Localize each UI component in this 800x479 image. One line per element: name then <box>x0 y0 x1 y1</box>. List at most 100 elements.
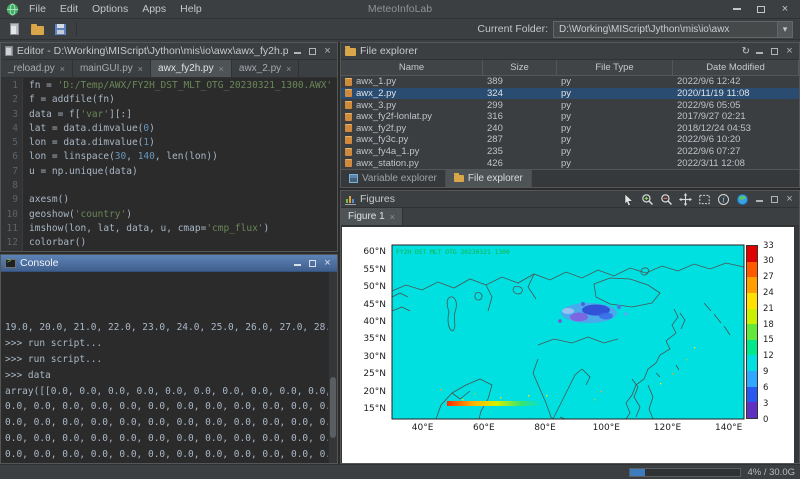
menu-help[interactable]: Help <box>173 2 209 16</box>
file-name: awx_1.py <box>356 76 396 87</box>
column-header-size[interactable]: Size <box>483 60 557 75</box>
console-scrollbar[interactable] <box>328 272 337 463</box>
menu-options[interactable]: Options <box>85 2 135 16</box>
menu-apps[interactable]: Apps <box>135 2 173 16</box>
file-row[interactable]: awx_station.py426py2022/3/11 12:08 <box>341 157 799 169</box>
file-row[interactable]: awx_2.py324py2020/11/19 11:08 <box>341 88 799 100</box>
right-column: File explorer ↻ × NameSizeFile TypeDate … <box>340 42 800 464</box>
close-panel-icon[interactable]: × <box>322 46 333 57</box>
editor-tab-awx_2.py[interactable]: awx_2.py× <box>232 60 300 77</box>
file-name: awx_fy2f.py <box>356 123 406 134</box>
console-output[interactable]: 19.0, 20.0, 21.0, 22.0, 23.0, 24.0, 25.0… <box>1 272 337 463</box>
line-number: 2 <box>1 93 18 107</box>
select-arrow-icon[interactable] <box>621 192 636 206</box>
file-size: 389 <box>483 76 557 87</box>
file-row[interactable]: awx_fy2f-lonlat.py316py2017/9/27 02:21 <box>341 111 799 123</box>
minimize-panel-icon[interactable] <box>292 46 303 57</box>
close-panel-icon[interactable]: × <box>784 46 795 57</box>
identify-icon[interactable]: i <box>716 192 731 206</box>
chevron-down-icon[interactable]: ▾ <box>777 22 792 37</box>
figures-tab-bar: Figure 1 × <box>341 208 799 226</box>
file-row[interactable]: awx_1.py389py2022/9/6 12:42 <box>341 76 799 88</box>
code-line[interactable]: colorbar() <box>29 236 337 250</box>
menu-edit[interactable]: Edit <box>53 2 85 16</box>
editor-tab-_reload.py[interactable]: _reload.py× <box>1 60 73 77</box>
save-button[interactable] <box>51 21 69 38</box>
code-line[interactable]: lon = linspace(30, 140, len(lon)) <box>29 150 337 164</box>
code-line[interactable] <box>29 179 337 193</box>
close-panel-icon[interactable]: × <box>784 194 795 205</box>
tab-close-icon[interactable]: × <box>390 212 395 222</box>
close-panel-icon[interactable]: × <box>322 258 333 269</box>
minimize-panel-icon[interactable] <box>754 46 765 57</box>
line-number: 9 <box>1 193 18 207</box>
code-line[interactable]: lon = data.dimvalue(1) <box>29 136 337 150</box>
code-line[interactable]: geoshow('country') <box>29 208 337 222</box>
file-row[interactable]: awx_3.py299py2022/9/6 05:05 <box>341 99 799 111</box>
python-file-icon <box>345 89 352 97</box>
minimize-window-button[interactable] <box>725 1 749 17</box>
code-line[interactable]: imshow(lon, lat, data, u, cmap='cmp_flux… <box>29 222 337 236</box>
code-lines[interactable]: fn = 'D:/Temp/AWX/FY2H_DST_MLT_OTG_20230… <box>23 78 337 251</box>
scrollbar-thumb[interactable] <box>330 377 336 438</box>
code-line[interactable]: data = f['var'][:] <box>29 108 337 122</box>
figures-title: Figures <box>360 193 395 205</box>
code-editor[interactable]: 123456789101112 fn = 'D:/Temp/AWX/FY2H_D… <box>1 78 337 251</box>
zoom-out-icon[interactable] <box>659 192 674 206</box>
tab-label: awx_fy2h.py <box>158 63 214 74</box>
file-name: awx_2.py <box>356 88 396 99</box>
float-panel-icon[interactable] <box>307 46 318 57</box>
map-background <box>392 245 744 419</box>
refresh-icon[interactable]: ↻ <box>742 46 750 57</box>
code-line[interactable]: fn = 'D:/Temp/AWX/FY2H_DST_MLT_OTG_20230… <box>29 79 337 93</box>
figure-canvas[interactable]: FY2H DST MLT OTG 20230321 1300 40°E60°E8… <box>342 227 794 463</box>
open-file-button[interactable] <box>28 21 46 38</box>
float-panel-icon[interactable] <box>307 258 318 269</box>
column-header-date-modified[interactable]: Date Modified <box>673 60 799 75</box>
file-name-cell: awx_3.py <box>341 100 483 111</box>
code-line[interactable]: f = addfile(fn) <box>29 93 337 107</box>
file-name: awx_station.py <box>356 158 419 169</box>
colorbar-tick-label: 30 <box>763 256 774 266</box>
tab-close-icon[interactable]: × <box>138 64 143 74</box>
file-row[interactable]: awx_fy4a_1.py235py2022/9/6 07:27 <box>341 146 799 158</box>
full-extent-icon[interactable] <box>697 192 712 206</box>
current-folder-combobox[interactable]: D:\Working\MIScript\Jython\mis\io\awx ▾ <box>553 21 793 38</box>
editor-tab-mainGUI.py[interactable]: mainGUI.py× <box>73 60 151 77</box>
explorer-bottom-tabs: Variable explorerFile explorer <box>341 169 799 187</box>
menu-file[interactable]: File <box>22 2 53 16</box>
code-line[interactable]: u = np.unique(data) <box>29 165 337 179</box>
editor-tab-awx_fy2h.py[interactable]: awx_fy2h.py × <box>151 60 232 77</box>
file-row[interactable]: awx_fy2f.py240py2018/12/24 04:53 <box>341 123 799 135</box>
new-script-button[interactable] <box>5 21 23 38</box>
console-line: >>> run script... <box>5 336 327 352</box>
float-panel-icon[interactable] <box>769 194 780 205</box>
tab-close-icon[interactable]: × <box>60 64 65 74</box>
zoom-in-icon[interactable] <box>640 192 655 206</box>
python-file-icon <box>345 78 352 86</box>
current-folder-value: D:\Working\MIScript\Jython\mis\io\awx <box>554 24 777 35</box>
maximize-window-button[interactable] <box>749 1 773 17</box>
figures-toolbar: i × <box>621 192 795 206</box>
close-window-button[interactable]: × <box>773 1 797 17</box>
figure-tab[interactable]: Figure 1 × <box>341 208 403 225</box>
minimize-panel-icon[interactable] <box>754 194 765 205</box>
file-date-modified: 2018/12/24 04:53 <box>673 123 799 134</box>
minimize-panel-icon[interactable] <box>292 258 303 269</box>
map-annotation: FY2H DST MLT OTG 20230321 1300 <box>396 249 510 256</box>
svg-text:i: i <box>722 195 725 204</box>
tab-close-icon[interactable]: × <box>286 64 291 74</box>
code-line[interactable]: lat = data.dimvalue(0) <box>29 122 337 136</box>
tab-close-icon[interactable]: × <box>219 64 224 74</box>
python-file-icon <box>345 136 352 144</box>
code-line[interactable]: axesm() <box>29 193 337 207</box>
float-panel-icon[interactable] <box>769 46 780 57</box>
globe-icon[interactable] <box>735 192 750 206</box>
column-header-file-type[interactable]: File Type <box>557 60 673 75</box>
figure-content: FY2H DST MLT OTG 20230321 1300 40°E60°E8… <box>341 226 799 463</box>
tab-file-explorer[interactable]: File explorer <box>446 170 532 187</box>
tab-variable-explorer[interactable]: Variable explorer <box>341 170 446 187</box>
file-row[interactable]: awx_fy3c.py287py2022/9/6 10:20 <box>341 134 799 146</box>
column-header-name[interactable]: Name <box>341 60 483 75</box>
pan-icon[interactable] <box>678 192 693 206</box>
